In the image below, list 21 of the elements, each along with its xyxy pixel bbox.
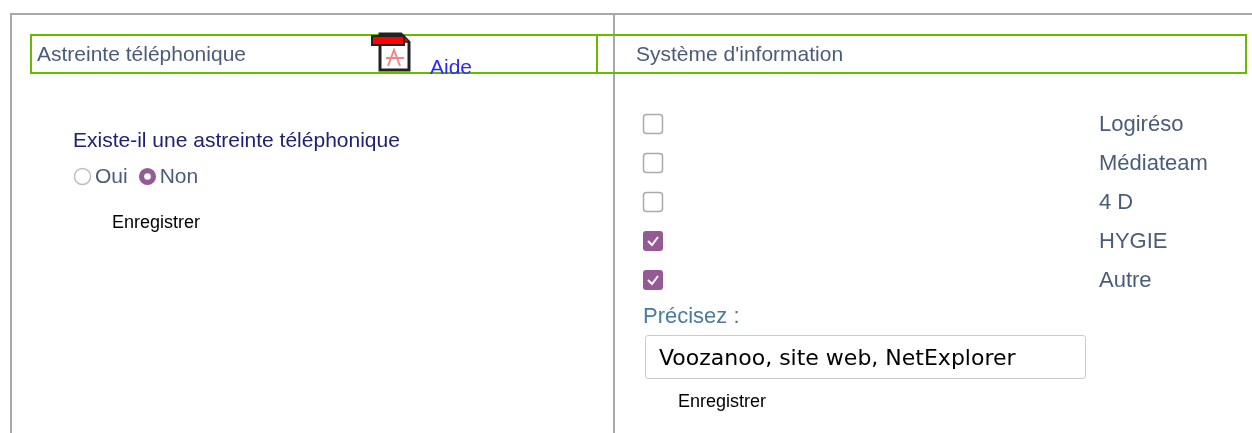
radio-button[interactable]: [137, 166, 157, 186]
checkbox-label: Médiateam: [1099, 149, 1208, 176]
checkbox[interactable]: [642, 151, 664, 174]
checkbox-label: 4 D: [1099, 188, 1134, 215]
checkbox[interactable]: [642, 190, 664, 213]
section-title: Système d'information: [636, 42, 844, 66]
checkbox[interactable]: [642, 229, 664, 252]
checkbox-label: Logiréso: [1099, 110, 1184, 137]
section-title: Astreinte téléphonique: [37, 42, 246, 66]
input-field[interactable]: Voozanoo, site web, NetExplorer: [645, 335, 1086, 379]
checkbox-label: Autre: [1099, 266, 1152, 293]
save-button[interactable]: Enregistrer: [112, 212, 201, 233]
checkbox-label: HYGIE: [1099, 227, 1168, 254]
save-button[interactable]: Enregistrer: [678, 391, 767, 412]
radio-label: Non: [159, 164, 199, 188]
checkbox[interactable]: [642, 268, 664, 291]
checkbox[interactable]: [642, 112, 664, 135]
radio-label: Oui: [95, 164, 128, 188]
question-label: Existe-il une astreinte téléphonique: [73, 128, 401, 152]
radio-button[interactable]: [73, 166, 92, 186]
field-label: Précisez :: [643, 303, 741, 329]
